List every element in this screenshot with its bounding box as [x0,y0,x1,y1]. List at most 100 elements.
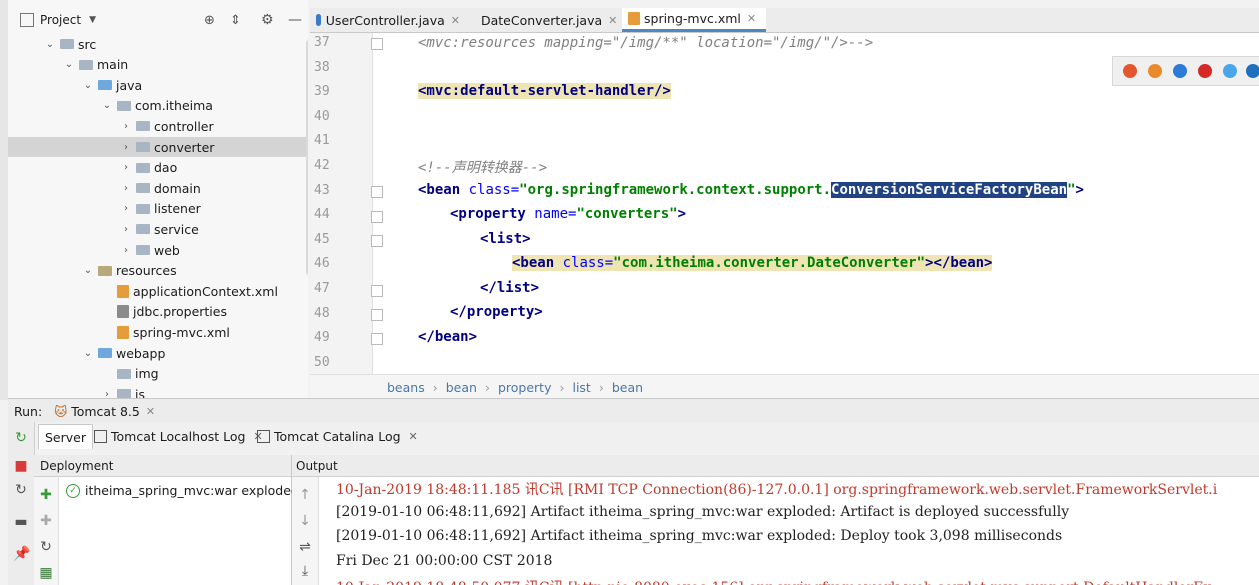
code-line-48: </property> [450,304,543,320]
close-icon[interactable]: ✕ [451,14,460,27]
code-string: "converters" [576,206,678,222]
tree-item[interactable]: › service [8,219,308,239]
refresh-icon[interactable]: ↻ [38,539,54,555]
run-header: Run: 🐱 Tomcat 8.5 ✕ [8,398,1259,423]
opera-icon[interactable] [1198,64,1212,78]
tree-item-label: img [135,366,159,382]
tree-item[interactable]: › dao [8,158,308,178]
fold-marker[interactable] [371,333,383,345]
stop-icon[interactable]: ■ [13,458,29,474]
breadcrumb-item[interactable]: bean [612,380,643,395]
output-console[interactable]: 10-Jan-2019 18:48:11.185 讯C讯 [RMI TCP Co… [292,455,1259,585]
undeploy-icon[interactable]: ✚ [38,513,54,529]
tab-label: Server [45,429,86,445]
tree-item[interactable]: › listener [8,199,308,219]
tab-spring-mvc-xml[interactable]: spring-mvc.xml ✕ [622,8,766,32]
artifact-row[interactable]: ✓ itheima_spring_mvc:war exploded [66,483,299,498]
tree-item[interactable]: › controller [8,116,308,136]
chevron-down-icon[interactable]: ⌄ [82,348,94,359]
folder-icon [136,224,150,235]
chrome-icon[interactable] [1123,64,1137,78]
tab-date-converter[interactable]: DateConverter.java ✕ [470,8,624,32]
chevron-right-icon[interactable]: › [120,183,132,194]
close-icon[interactable]: ✕ [747,12,756,25]
code-string: "com.itheima.converter.DateConverter" [613,255,926,271]
project-view-title[interactable]: Project [40,13,81,27]
safari-icon[interactable] [1173,64,1187,78]
tree-item[interactable]: ⌄ com.itheima [8,96,308,116]
breadcrumb-item[interactable]: property [498,380,552,395]
firefox-icon[interactable] [1148,64,1162,78]
fold-marker[interactable] [371,235,383,247]
code-editor[interactable]: 37 38 39 40 41 42 43 44 45 46 47 48 49 50 <mvc:resour… [310,33,1259,374]
chevron-down-icon[interactable]: ⌄ [101,100,113,111]
chevron-right-icon[interactable]: › [120,203,132,214]
chevron-right-icon[interactable]: › [120,162,132,173]
tree-item[interactable]: › web [8,240,308,260]
update-icon[interactable]: ↻ [13,482,29,498]
chevron-right-icon[interactable]: › [101,389,113,398]
locate-icon[interactable]: ⊕ [204,13,215,28]
deployment-panel: Deployment ✚ ✚ ↻ ▦ ✓ itheima_spring_mvc:… [34,455,299,585]
fold-marker[interactable] [371,285,383,297]
chevron-right-icon[interactable]: › [120,142,132,153]
tree-item[interactable]: ⌄ java [8,75,308,95]
code-line-49: </bean> [418,329,478,345]
edge-icon[interactable] [1246,64,1259,78]
folder-icon [98,265,112,276]
hide-icon[interactable]: — [288,12,302,28]
chevron-right-icon[interactable]: › [120,245,132,256]
breadcrumb-item[interactable]: bean [446,380,477,395]
close-icon[interactable]: ✕ [409,430,418,443]
run-label: Run: [14,403,43,419]
tab-catalina-log[interactable]: Tomcat Catalina Log ✕ [251,424,424,448]
project-scrollbar[interactable] [306,40,308,275]
tree-item[interactable]: › converter [8,137,308,157]
fold-marker[interactable] [371,211,383,223]
tree-item[interactable]: img [8,364,308,384]
code-line-42: <!--声明转换器--> [418,160,548,176]
code-tag: ></bean> [925,255,993,271]
chevron-right-icon[interactable]: › [120,224,132,235]
fold-marker[interactable] [371,186,383,198]
tree-item[interactable]: › js [8,384,308,398]
tree-item[interactable]: jdbc.properties [8,302,308,322]
tree-item[interactable]: ⌄ src [8,34,308,54]
chevron-down-icon[interactable]: ⌄ [44,39,56,50]
chevron-down-icon[interactable]: ▼ [89,15,96,25]
tree-item[interactable]: ⌄ main [8,55,308,75]
breadcrumb-item[interactable]: beans [387,380,425,395]
artifact-icon[interactable]: ▦ [38,565,54,581]
output-line: 10-Jan-2019 18:48:50.077 讯C讯 [http-nio-8… [336,577,1211,585]
collapse-icon[interactable]: ⇕ [230,13,241,28]
code-tag: <bean [418,182,461,198]
code-tag: <mvc:default-servlet-handler/> [418,83,671,99]
artifact-label: itheima_spring_mvc:war exploded [85,483,299,498]
tab-user-controller[interactable]: UserController.java ✕ [310,8,468,32]
tree-item[interactable]: › domain [8,178,308,198]
tree-item[interactable]: spring-mvc.xml [8,322,308,342]
fold-marker[interactable] [371,38,383,50]
pin-icon[interactable]: 📌 [13,546,30,562]
close-icon[interactable]: ✕ [608,14,617,27]
ie-icon[interactable] [1223,64,1237,78]
tree-item[interactable]: applicationContext.xml [8,281,308,301]
rerun-icon[interactable]: ↻ [13,430,29,446]
fold-marker[interactable] [371,309,383,321]
tab-server[interactable]: Server [38,424,93,449]
gear-icon[interactable]: ⚙ [261,12,274,28]
run-config-tab[interactable]: Tomcat 8.5 [71,404,140,419]
chevron-down-icon[interactable]: ⌄ [63,59,75,70]
layout-icon[interactable]: ▬ [13,514,29,530]
tree-item[interactable]: ⌄ resources [8,261,308,281]
tree-item[interactable]: ⌄ webapp [8,343,308,363]
chevron-down-icon[interactable]: ⌄ [82,80,94,91]
breadcrumb-item[interactable]: list [572,380,590,395]
tab-localhost-log[interactable]: Tomcat Localhost Log ✕ [88,424,269,448]
chevron-right-icon[interactable]: › [120,121,132,132]
deploy-icon[interactable]: ✚ [38,487,54,503]
close-icon[interactable]: ✕ [146,405,155,418]
code-line-45: <list> [480,231,531,247]
chevron-down-icon[interactable]: ⌄ [82,265,94,276]
line-number: 46 [314,256,330,272]
